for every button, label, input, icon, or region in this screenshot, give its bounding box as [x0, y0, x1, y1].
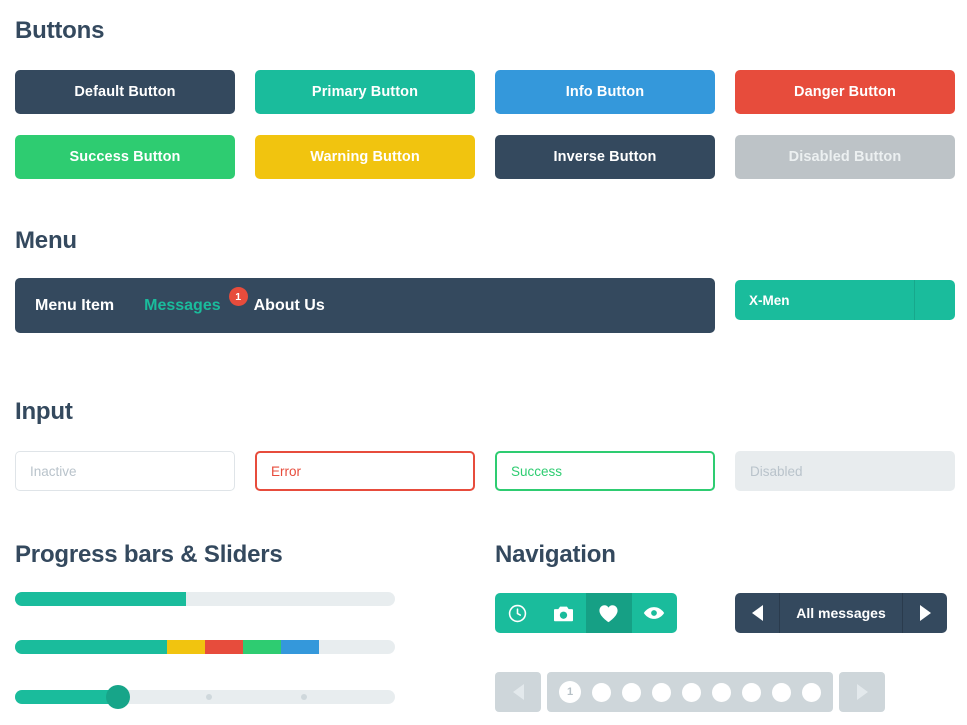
disabled-input — [735, 451, 955, 491]
slider-tick — [300, 694, 307, 700]
pagination-page[interactable] — [742, 682, 761, 702]
progress-segment-warning — [167, 640, 205, 654]
menu-item-messages[interactable]: Messages — [144, 297, 221, 315]
progress-bar-stacked — [15, 640, 395, 654]
progress-bar-simple — [15, 592, 395, 606]
pagination-next-button[interactable] — [839, 672, 885, 712]
pagination: 1 — [495, 672, 885, 712]
team-select[interactable]: X-Men — [735, 280, 955, 320]
triangle-right-icon — [919, 605, 931, 621]
triangle-left-icon — [512, 684, 524, 700]
pagination-page[interactable] — [712, 682, 731, 702]
success-input[interactable] — [495, 451, 715, 491]
buttons-grid: Default Button Primary Button Info Butto… — [15, 70, 955, 114]
icon-button-eye[interactable] — [631, 593, 677, 633]
chevron-down-icon[interactable] — [915, 280, 955, 320]
buttons-section-title: Buttons — [15, 17, 105, 44]
pager-label[interactable]: All messages — [779, 593, 903, 633]
progress-segment-danger — [205, 640, 243, 654]
clock-icon — [508, 604, 527, 623]
all-messages-pager: All messages — [735, 593, 947, 633]
pagination-page[interactable] — [802, 682, 821, 702]
pager-next-button[interactable] — [903, 593, 947, 633]
messages-badge: 1 — [228, 287, 248, 306]
inputs-grid — [15, 451, 955, 491]
info-button[interactable]: Info Button — [495, 70, 715, 114]
disabled-button: Disabled Button — [735, 135, 955, 179]
menu-item-about-us[interactable]: About Us — [254, 297, 325, 315]
heart-icon — [598, 604, 619, 623]
slider-tick — [205, 694, 212, 700]
pagination-page[interactable] — [592, 682, 611, 702]
pagination-prev-button[interactable] — [495, 672, 541, 712]
menu-section-title: Menu — [15, 227, 77, 254]
camera-icon — [553, 604, 574, 623]
pagination-page[interactable] — [652, 682, 671, 702]
team-select-value: X-Men — [749, 292, 790, 308]
progress-bar-fill — [15, 592, 186, 606]
pager-prev-button[interactable] — [735, 593, 779, 633]
pagination-page[interactable] — [772, 682, 791, 702]
menu-bar: Menu Item Messages 1 About Us — [15, 278, 715, 333]
inverse-button[interactable]: Inverse Button — [495, 135, 715, 179]
icon-button-heart[interactable] — [586, 593, 632, 633]
icon-button-group — [495, 593, 677, 633]
triangle-right-icon — [856, 684, 868, 700]
slider-fill — [15, 690, 118, 704]
error-input[interactable] — [255, 451, 475, 491]
danger-button[interactable]: Danger Button — [735, 70, 955, 114]
pagination-page[interactable]: 1 — [559, 681, 581, 703]
range-slider[interactable] — [15, 685, 395, 709]
triangle-left-icon — [751, 605, 763, 621]
navigation-section-title: Navigation — [495, 541, 616, 568]
pagination-page[interactable] — [622, 682, 641, 702]
progress-segment-info — [281, 640, 319, 654]
ui-kit-page: Buttons Default Button Primary Button In… — [0, 0, 967, 725]
default-button[interactable]: Default Button — [15, 70, 235, 114]
pagination-dots: 1 — [547, 672, 833, 712]
success-button[interactable]: Success Button — [15, 135, 235, 179]
pagination-page[interactable] — [682, 682, 701, 702]
menu-item-menu-item[interactable]: Menu Item — [35, 297, 114, 315]
primary-button[interactable]: Primary Button — [255, 70, 475, 114]
slider-thumb[interactable] — [105, 685, 130, 709]
progress-segment-success — [243, 640, 281, 654]
progress-segment-primary — [15, 640, 167, 654]
icon-button-clock[interactable] — [495, 593, 541, 633]
buttons-grid-row2: Success Button Warning Button Inverse Bu… — [15, 135, 955, 179]
progress-section-title: Progress bars & Sliders — [15, 541, 283, 568]
icon-button-camera[interactable] — [540, 593, 586, 633]
input-section-title: Input — [15, 398, 73, 425]
eye-icon — [643, 605, 665, 621]
warning-button[interactable]: Warning Button — [255, 135, 475, 179]
inactive-input[interactable] — [15, 451, 235, 491]
